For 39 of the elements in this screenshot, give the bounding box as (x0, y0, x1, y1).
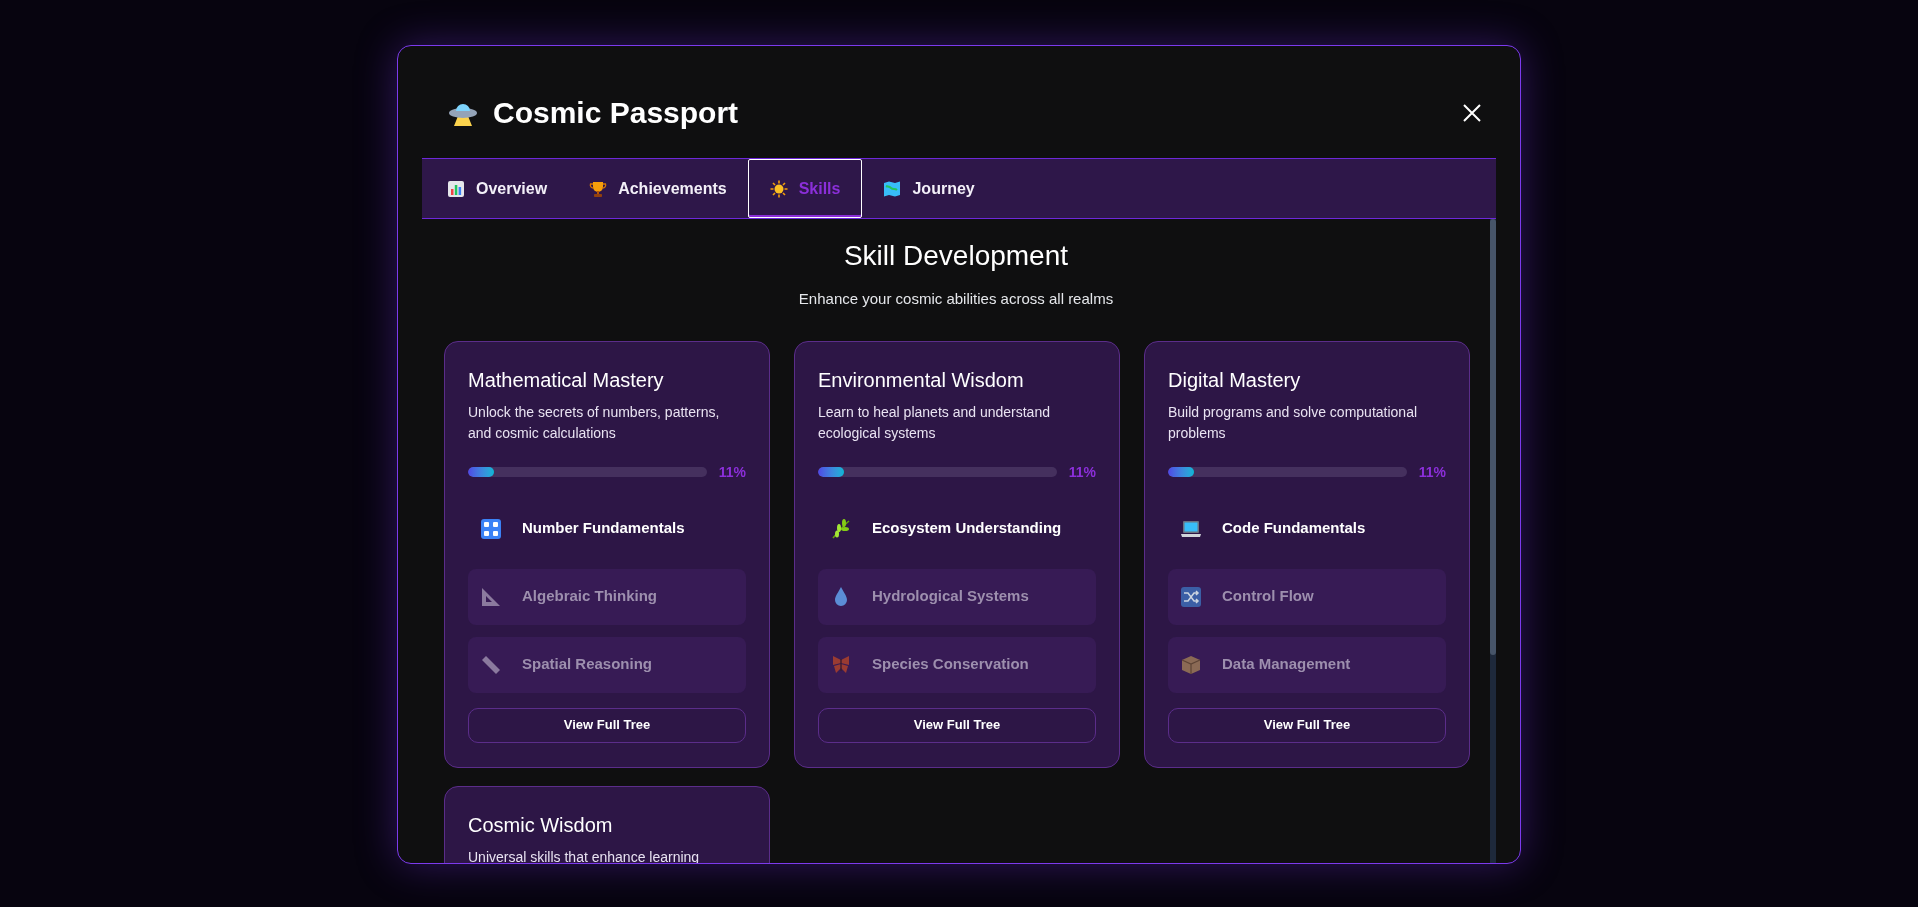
skill-item[interactable]: Hydrological Systems (818, 568, 1096, 625)
progress-percent: 11% (718, 462, 746, 482)
card-title: Digital Mastery (1168, 367, 1302, 393)
skill-item[interactable]: Algebraic Thinking (468, 568, 746, 625)
skill-item[interactable]: Number Fundamentals (468, 500, 746, 557)
skill-item[interactable]: Spatial Reasoning (468, 636, 746, 693)
trophy-icon (589, 179, 608, 198)
number-grid-icon (480, 517, 502, 540)
view-tree-button[interactable]: View Full Tree (1168, 707, 1446, 743)
skill-item[interactable]: Code Fundamentals (1168, 500, 1446, 557)
section-title: Skill Development (843, 239, 1069, 273)
card-title: Cosmic Wisdom (468, 812, 614, 838)
progress-percent: 11% (1068, 462, 1096, 482)
skill-item[interactable]: Ecosystem Understanding (818, 500, 1096, 557)
progress-percent: 11% (1418, 462, 1446, 482)
map-icon (883, 179, 902, 198)
modal-title: Cosmic Passport (493, 95, 739, 131)
view-tree-button[interactable]: View Full Tree (468, 707, 746, 743)
card-title: Environmental Wisdom (818, 367, 1025, 393)
sun-icon (769, 179, 788, 198)
leaf-icon (830, 517, 852, 540)
skill-item[interactable]: Control Flow (1168, 568, 1446, 625)
skill-item[interactable]: Data Management (1168, 636, 1446, 693)
card-title: Mathematical Mastery (468, 367, 665, 393)
section-subtitle: Enhance your cosmic abilities across all realms (798, 289, 1114, 309)
card-description: Unlock the secrets of numbers, patterns, and cosmic calculations (468, 402, 721, 443)
tab[interactable]: Journey (862, 159, 996, 218)
scrollbar-thumb[interactable] (1490, 219, 1496, 655)
ruler-icon (480, 653, 502, 676)
tab[interactable]: Overview (426, 159, 569, 218)
butterfly-icon (830, 653, 852, 676)
view-tree-button[interactable]: View Full Tree (818, 707, 1096, 743)
package-icon (1180, 653, 1202, 676)
tab[interactable]: Achievements (568, 159, 748, 218)
shuffle-icon (1180, 585, 1202, 608)
card-description: Build programs and solve computational problems (1168, 402, 1419, 443)
card-description: Learn to heal planets and understand ecological systems (818, 402, 1051, 443)
skill-item[interactable]: Species Conservation (818, 636, 1096, 693)
bar-chart-icon (447, 179, 465, 198)
